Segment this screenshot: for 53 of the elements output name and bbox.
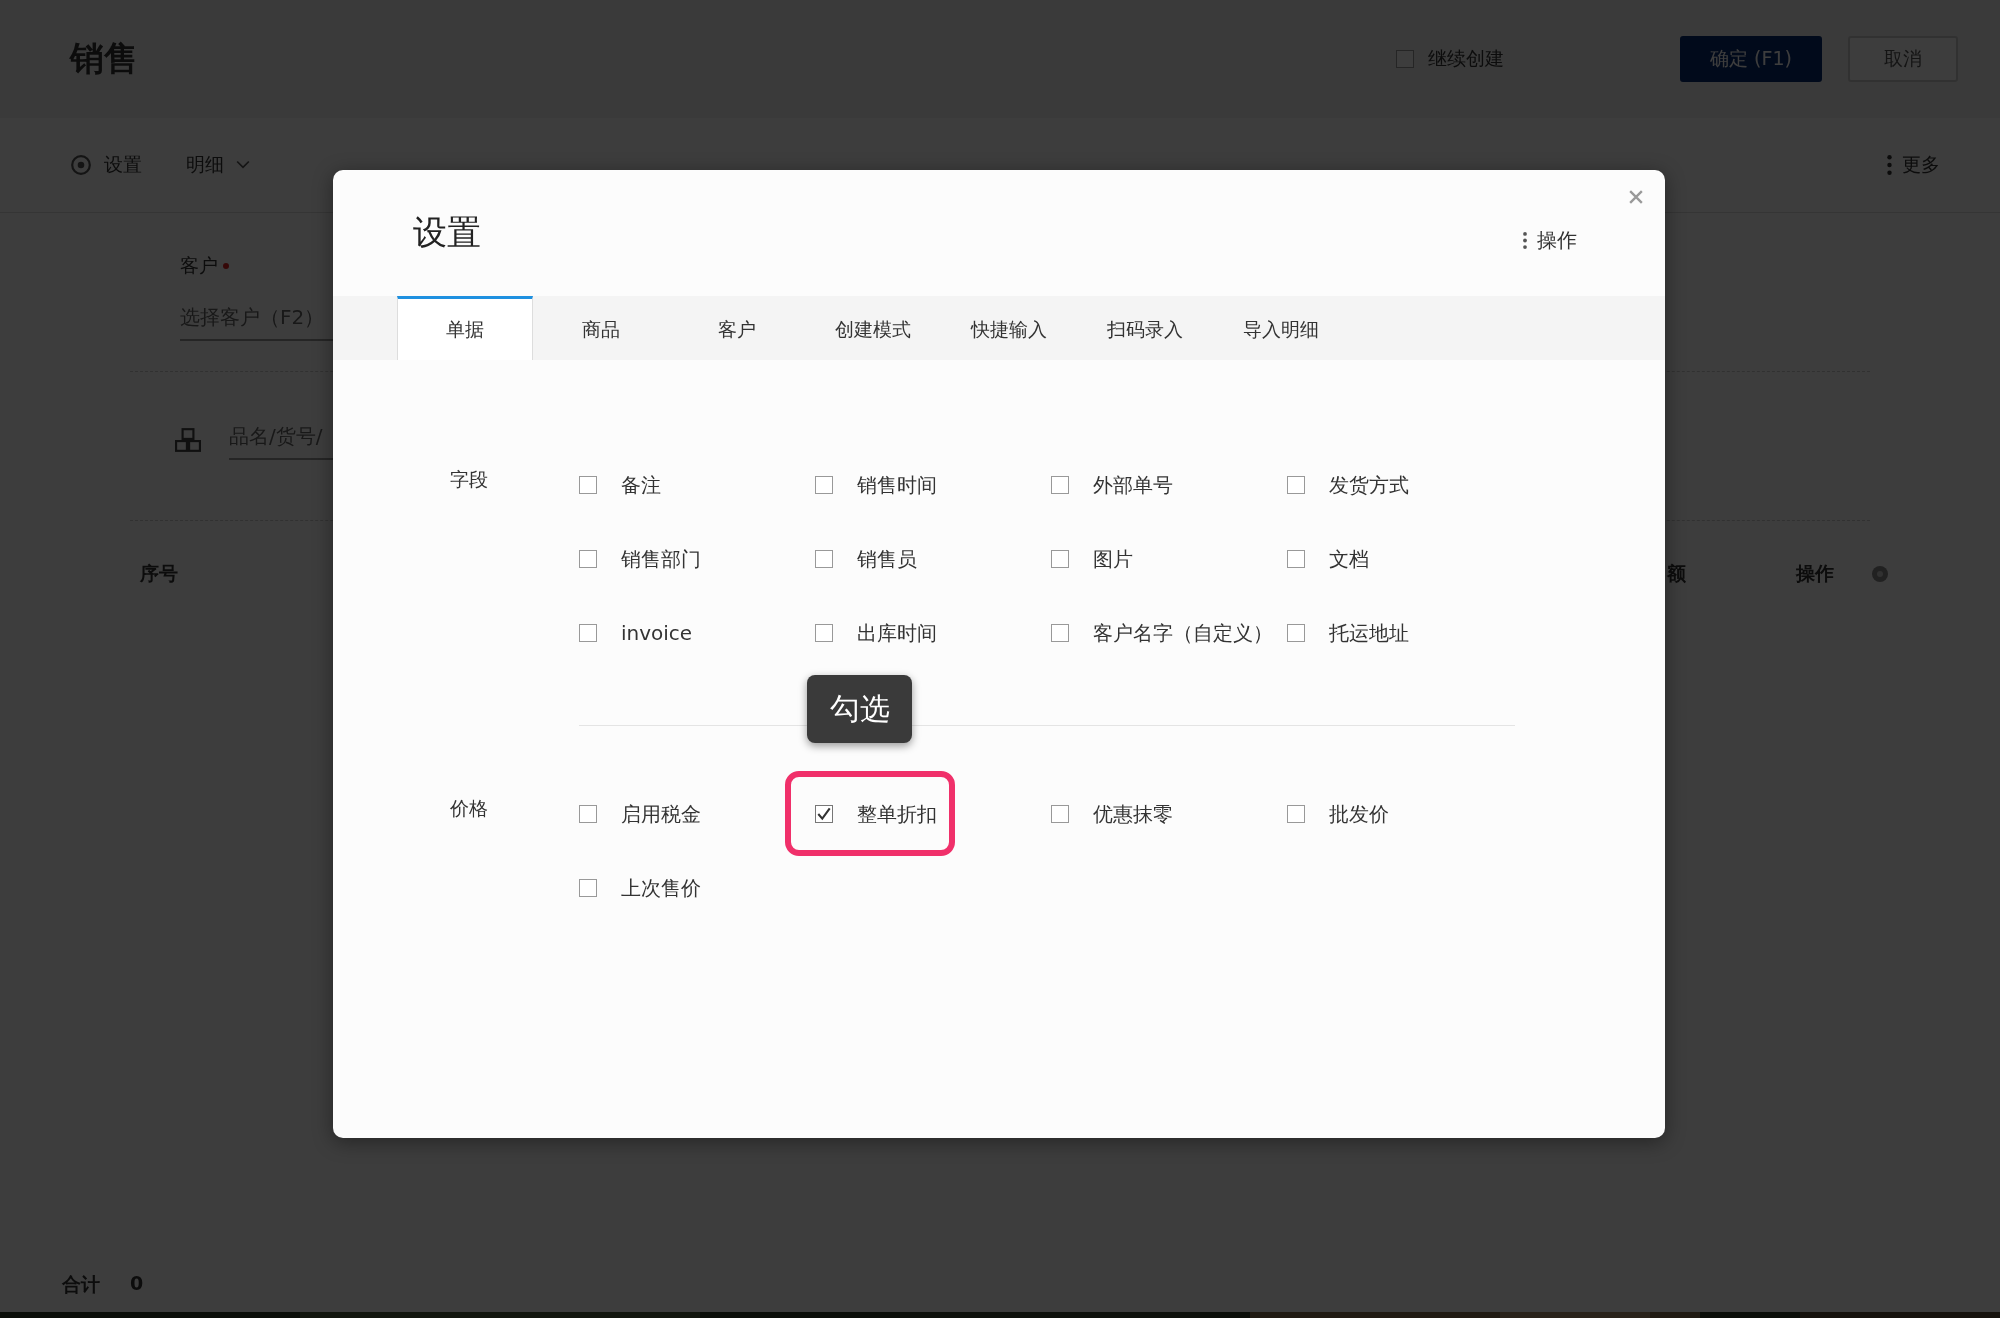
settings-icon[interactable]: [70, 154, 92, 176]
checkbox-label: 外部单号: [1093, 471, 1173, 499]
checkbox-label: invoice: [621, 621, 693, 645]
checkbox[interactable]: [1287, 805, 1305, 823]
actions-link[interactable]: 操作: [1537, 226, 1577, 254]
checkbox-label: 文档: [1329, 545, 1369, 573]
tooltip: 勾选: [807, 675, 912, 743]
checkbox[interactable]: [579, 476, 597, 494]
checkbox[interactable]: [815, 624, 833, 642]
checkbox[interactable]: [815, 805, 833, 823]
tab[interactable]: 客户: [669, 296, 805, 360]
tab[interactable]: 扫码录入: [1077, 296, 1213, 360]
checkbox-label: 销售部门: [621, 545, 701, 573]
checkbox-label: 销售员: [857, 545, 917, 573]
checkbox-label: 整单折扣: [857, 800, 937, 828]
checkbox[interactable]: [1051, 624, 1069, 642]
chevron-down-icon: [236, 160, 250, 170]
tab[interactable]: 单据: [397, 296, 533, 360]
checkbox[interactable]: [1051, 805, 1069, 823]
checkbox[interactable]: [1396, 50, 1414, 68]
section-label: 价格: [450, 796, 489, 820]
checkbox[interactable]: [815, 476, 833, 494]
checkbox[interactable]: [1287, 476, 1305, 494]
checkbox-label: 备注: [621, 471, 661, 499]
boxes-icon: [175, 428, 201, 452]
checkbox-label: 启用税金: [621, 800, 701, 828]
tab[interactable]: 商品: [533, 296, 669, 360]
checkbox-label: 出库时间: [857, 619, 937, 647]
checkbox-label: 客户名字（自定义）: [1093, 619, 1273, 647]
checkbox[interactable]: [579, 805, 597, 823]
tab[interactable]: 导入明细: [1213, 296, 1349, 360]
dialog-title: 设置: [413, 211, 481, 254]
checkbox[interactable]: [1287, 624, 1305, 642]
checkbox-label: 销售时间: [857, 471, 937, 499]
checkbox[interactable]: [1051, 550, 1069, 568]
tab[interactable]: 快捷输入: [941, 296, 1077, 360]
checkbox[interactable]: [579, 550, 597, 568]
checkbox-label: 图片: [1093, 545, 1133, 573]
close-icon[interactable]: [1629, 190, 1643, 204]
checkbox[interactable]: [815, 550, 833, 568]
checkbox-label: 上次售价: [621, 874, 701, 902]
more-icon[interactable]: [1523, 231, 1527, 249]
checkbox[interactable]: [579, 879, 597, 897]
tab[interactable]: 创建模式: [805, 296, 941, 360]
checkbox-label: 优惠抹零: [1093, 800, 1173, 828]
checkbox-label: 托运地址: [1329, 619, 1409, 647]
checkbox-label: 批发价: [1329, 800, 1389, 828]
checkbox[interactable]: [1051, 476, 1069, 494]
checkbox-label: 发货方式: [1329, 471, 1409, 499]
checkbox[interactable]: [1287, 550, 1305, 568]
settings-icon[interactable]: [1870, 564, 1890, 584]
section-label: 字段: [450, 467, 489, 491]
checkbox[interactable]: [579, 624, 597, 642]
